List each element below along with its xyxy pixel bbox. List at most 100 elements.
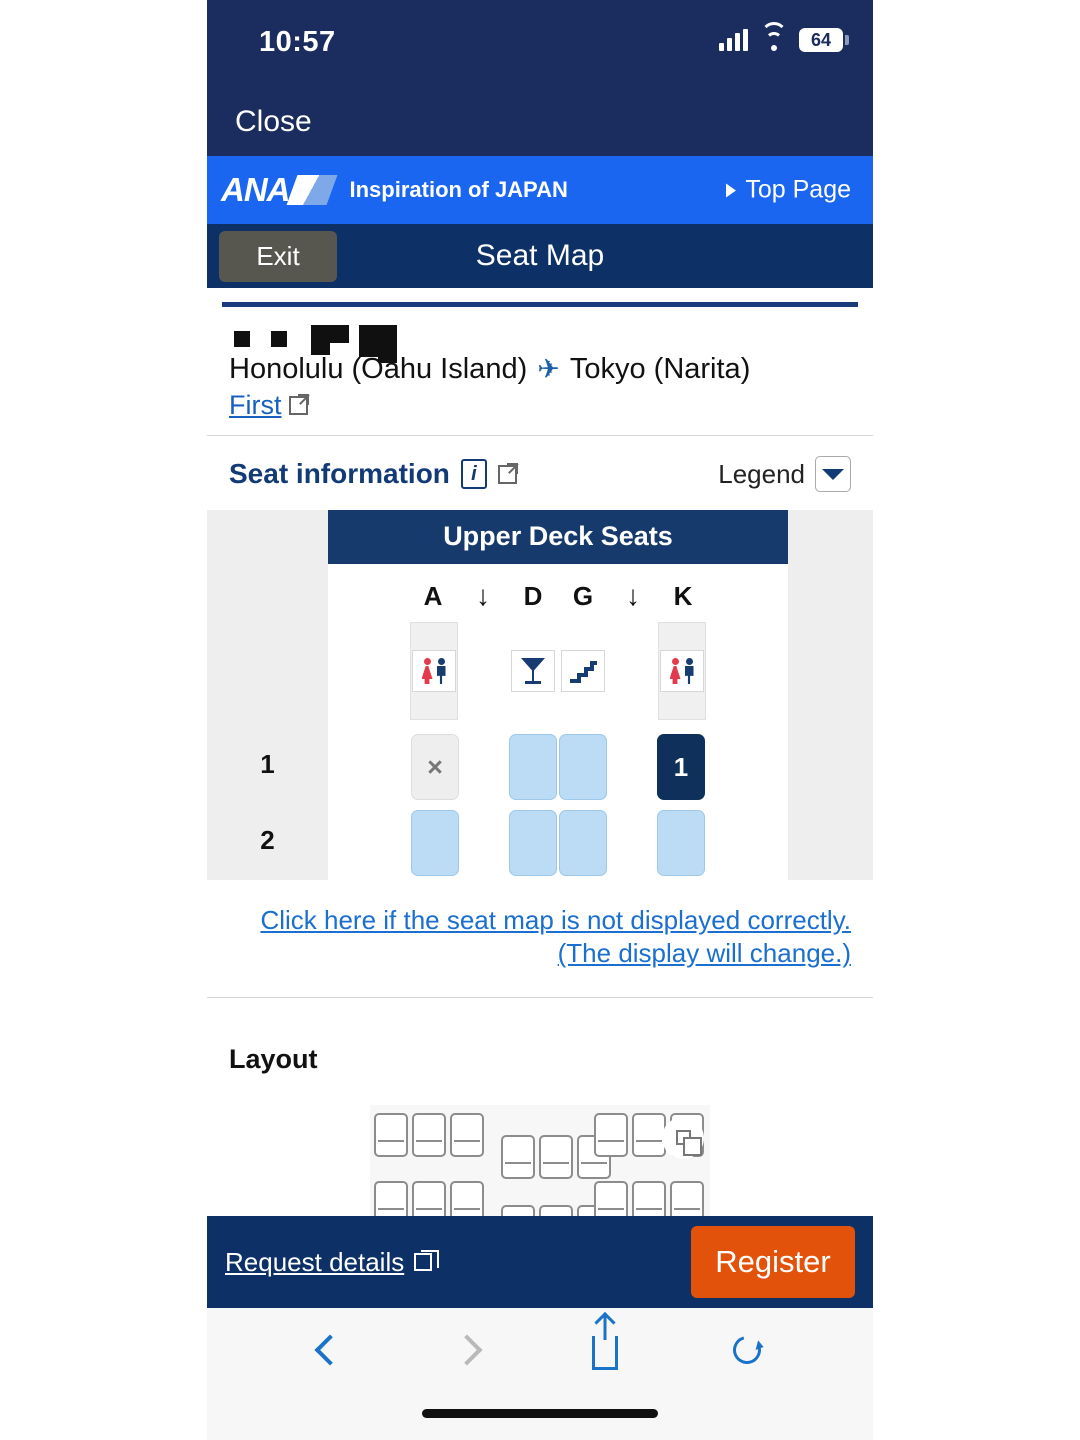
seat-1d[interactable] bbox=[509, 734, 557, 800]
row-number: 2 bbox=[260, 824, 275, 855]
exit-button[interactable]: Exit bbox=[219, 230, 337, 282]
legend-control[interactable]: Legend bbox=[718, 456, 851, 492]
column-header-d: D bbox=[523, 580, 543, 611]
seat-column-headers: A ↓ D G ↓ K bbox=[328, 564, 788, 618]
seat-2d[interactable] bbox=[509, 810, 557, 876]
seat-1a[interactable]: × bbox=[411, 734, 459, 800]
seat-map-left-gutter: 1 2 bbox=[207, 510, 328, 880]
cocktail-glass-icon bbox=[521, 658, 545, 684]
share-icon[interactable] bbox=[592, 1336, 619, 1370]
chevron-down-icon bbox=[822, 468, 844, 480]
layout-seat bbox=[632, 1112, 666, 1157]
battery-level-label: 64 bbox=[810, 29, 832, 50]
bottom-action-bar: Request details Register bbox=[207, 1216, 873, 1308]
stairs-icon bbox=[570, 659, 597, 683]
phone-viewport: 10:57 64 Close ANA Inspiration of JAPAN … bbox=[207, 0, 873, 1440]
external-link-icon[interactable] bbox=[497, 462, 518, 484]
cabin-class-row: First bbox=[229, 390, 851, 421]
lavatory-cell-left bbox=[410, 622, 458, 720]
layout-seat bbox=[374, 1112, 408, 1157]
layout-seat bbox=[501, 1134, 535, 1179]
layout-seat bbox=[594, 1112, 628, 1157]
battery-icon: 64 bbox=[799, 28, 849, 52]
seat-map-right-gutter bbox=[788, 510, 873, 880]
column-header-a: A bbox=[423, 580, 443, 611]
ana-slogan: Inspiration of JAPAN bbox=[349, 177, 568, 202]
seat-map-body: Upper Deck Seats A ↓ D G ↓ K × 1 bbox=[328, 510, 788, 880]
seat-2g[interactable] bbox=[559, 810, 607, 876]
seat-rows: × 1 bbox=[328, 734, 788, 876]
wifi-icon bbox=[760, 21, 787, 51]
stairs-icon-box bbox=[561, 650, 605, 692]
chevron-right-icon bbox=[451, 1334, 483, 1366]
lavatory-male-icon bbox=[684, 658, 695, 684]
screen-root: 10:57 64 Close ANA Inspiration of JAPAN … bbox=[0, 0, 1080, 1440]
page-nav-bar: Exit Seat Map bbox=[207, 224, 873, 288]
close-bar: Close bbox=[207, 88, 873, 156]
facilities-row bbox=[328, 622, 788, 720]
seat-information-row: Seat information i Legend bbox=[207, 436, 873, 510]
airplane-icon: ✈ bbox=[537, 354, 560, 384]
ana-logo-text: ANA bbox=[221, 171, 290, 208]
info-icon[interactable]: i bbox=[460, 459, 487, 489]
route-line: Honolulu (Oahu Island) ✈ Tokyo (Narita) bbox=[229, 353, 851, 386]
seat-2a[interactable] bbox=[411, 810, 459, 876]
seat-information-title: Seat information bbox=[229, 458, 450, 489]
register-button[interactable]: Register bbox=[691, 1226, 855, 1298]
seatmap-fallback-link-line1[interactable]: Click here if the seat map is not displa… bbox=[229, 904, 851, 937]
external-link-icon[interactable] bbox=[289, 394, 310, 415]
row-number: 1 bbox=[260, 748, 275, 779]
status-time: 10:57 bbox=[259, 26, 336, 58]
seat-2k[interactable] bbox=[657, 810, 705, 876]
bar-icon bbox=[511, 650, 555, 692]
reload-icon[interactable] bbox=[727, 1330, 766, 1370]
status-indicators: 64 bbox=[719, 21, 849, 52]
ana-logo[interactable]: ANA bbox=[221, 171, 337, 209]
open-window-icon bbox=[414, 1250, 440, 1271]
cellular-bars-icon bbox=[719, 29, 748, 51]
close-button[interactable]: Close bbox=[235, 105, 312, 139]
layout-seat bbox=[539, 1134, 573, 1179]
chevron-left-icon[interactable] bbox=[314, 1334, 346, 1366]
seat-row: × 1 bbox=[328, 734, 788, 800]
aisle-arrow-icon: ↓ bbox=[476, 580, 490, 611]
legend-label: Legend bbox=[718, 458, 805, 489]
expand-window-icon[interactable] bbox=[662, 1116, 704, 1159]
home-indicator bbox=[422, 1409, 658, 1418]
seat-row bbox=[328, 810, 788, 876]
layout-seat bbox=[450, 1112, 484, 1157]
seatmap-notice: Click here if the seat map is not displa… bbox=[207, 880, 873, 998]
lavatory-cell-right bbox=[658, 622, 706, 720]
page-content: Honolulu (Oahu Island) ✈ Tokyo (Narita) … bbox=[207, 302, 873, 1249]
lavatory-icon bbox=[660, 650, 704, 692]
legend-toggle-button[interactable] bbox=[815, 456, 851, 492]
seat-map-container: 1 2 Upper Deck Seats A ↓ D G ↓ K × 1 bbox=[207, 510, 873, 880]
layout-title: Layout bbox=[229, 1043, 318, 1074]
seat-1g[interactable] bbox=[559, 734, 607, 800]
column-header-g: G bbox=[572, 580, 594, 611]
lavatory-female-icon bbox=[670, 658, 681, 684]
aisle-arrow-icon: ↓ bbox=[626, 580, 640, 611]
seat-1k[interactable]: 1 bbox=[657, 734, 705, 800]
request-details-link[interactable]: Request details bbox=[225, 1246, 440, 1278]
ana-tail-icon bbox=[286, 175, 337, 205]
lavatory-icon bbox=[412, 650, 456, 692]
seatmap-fallback-link-line2[interactable]: (The display will change.) bbox=[229, 937, 851, 970]
status-bar: 10:57 64 bbox=[207, 0, 873, 88]
center-facilities-cell bbox=[508, 622, 608, 720]
column-header-k: K bbox=[673, 580, 693, 611]
clipped-date-glyphs bbox=[231, 325, 851, 363]
cabin-class-link[interactable]: First bbox=[229, 390, 281, 421]
seat-information-group: Seat information i bbox=[229, 458, 518, 490]
request-details-label: Request details bbox=[225, 1246, 405, 1277]
lavatory-male-icon bbox=[436, 658, 447, 684]
browser-toolbar-icons bbox=[207, 1308, 873, 1370]
browser-toolbar bbox=[207, 1308, 873, 1440]
top-page-link[interactable]: Top Page bbox=[726, 176, 851, 205]
ana-brand-bar: ANA Inspiration of JAPAN Top Page bbox=[207, 156, 873, 224]
triangle-right-icon bbox=[726, 183, 737, 197]
top-page-label: Top Page bbox=[745, 175, 851, 204]
lavatory-female-icon bbox=[422, 658, 433, 684]
row-number-column: 1 2 bbox=[207, 510, 328, 878]
route-block: Honolulu (Oahu Island) ✈ Tokyo (Narita) … bbox=[207, 307, 873, 436]
